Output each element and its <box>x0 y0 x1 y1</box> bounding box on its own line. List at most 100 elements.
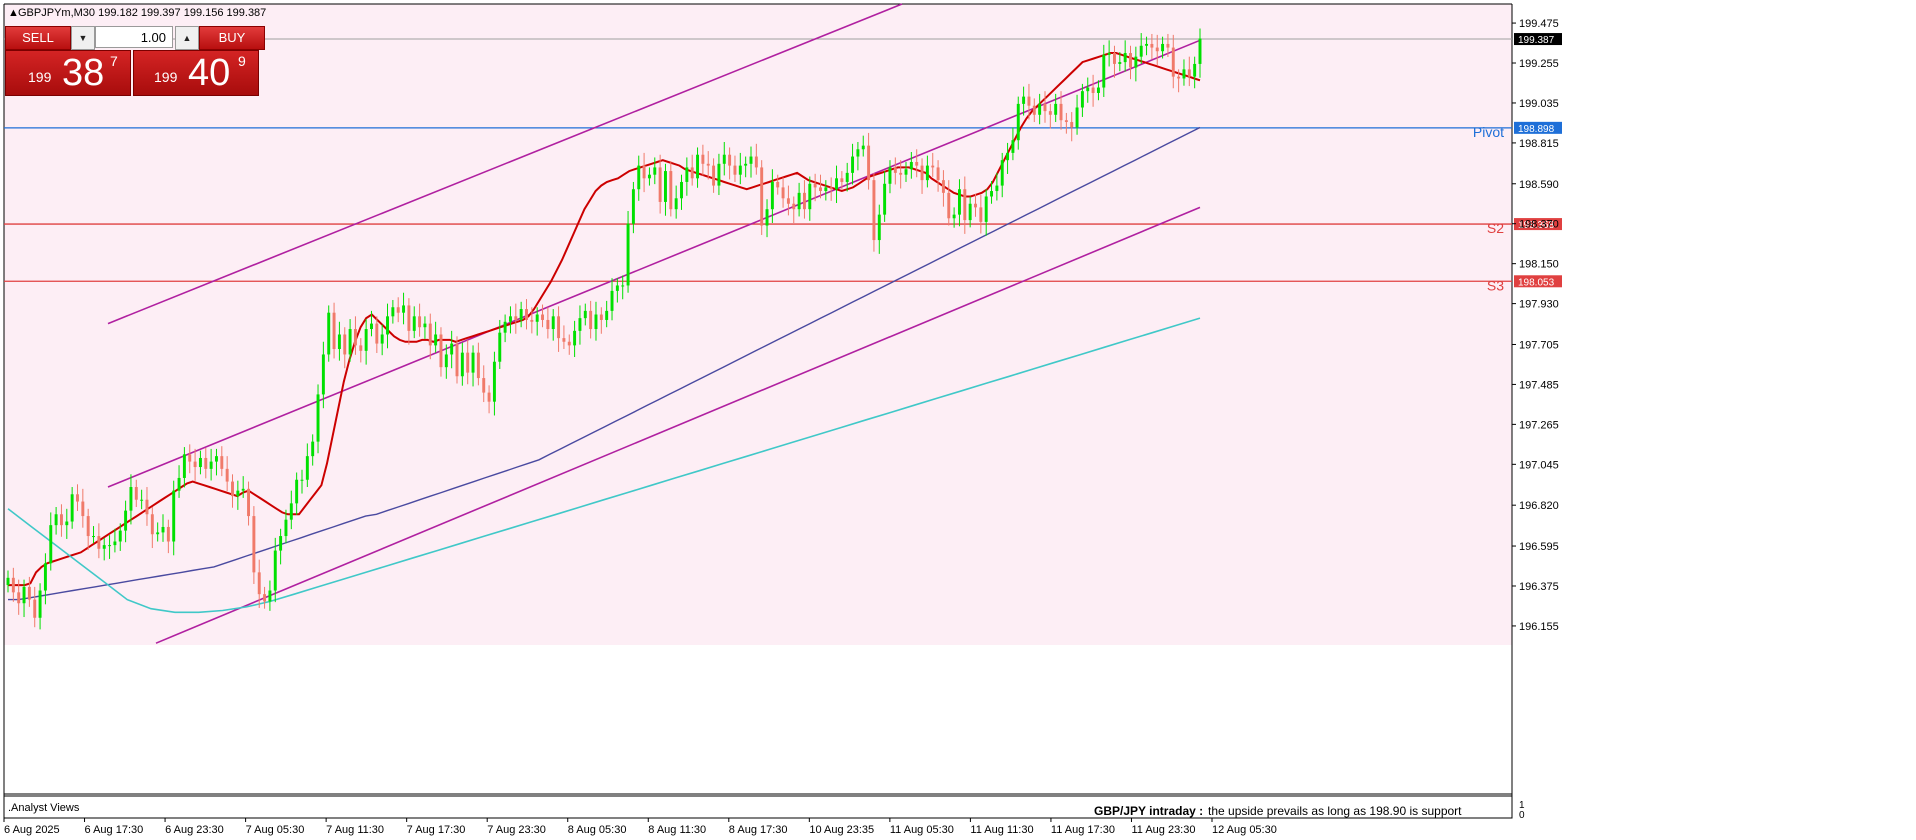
candle-body <box>1123 53 1127 63</box>
candle-body <box>380 334 384 344</box>
candle-body <box>316 394 320 442</box>
x-tick-label: 7 Aug 23:30 <box>487 824 546 836</box>
candle-body <box>295 479 299 504</box>
candle-body <box>172 490 176 542</box>
candle-body <box>1075 107 1079 128</box>
buy-button[interactable]: BUY <box>199 26 265 50</box>
candle-body <box>738 165 742 175</box>
lot-size-input[interactable] <box>95 26 173 48</box>
sell-price-pips: 38 <box>62 52 105 94</box>
candle-body <box>797 192 801 210</box>
candle-body <box>947 192 951 219</box>
lot-increase-icon[interactable]: ▲ <box>175 26 199 50</box>
candle-body <box>1096 87 1100 93</box>
x-tick-label: 8 Aug 05:30 <box>568 824 627 836</box>
candle-body <box>214 456 218 462</box>
candle-body <box>685 167 689 182</box>
candle-body <box>658 167 662 202</box>
x-tick-label: 11 Aug 05:30 <box>890 824 954 836</box>
sell-price-quote[interactable]: 199 38 7 <box>5 50 131 96</box>
candle-body <box>391 307 395 317</box>
candle-body <box>353 329 357 346</box>
candle-body <box>867 145 871 181</box>
candle-body <box>70 494 74 522</box>
candle-body <box>990 191 994 197</box>
candle-body <box>861 145 865 150</box>
y-tick-label: 196.820 <box>1519 500 1559 512</box>
candle-body <box>541 314 544 320</box>
candle-body <box>407 305 411 331</box>
candle-body <box>567 341 571 346</box>
candle-body <box>1070 122 1074 128</box>
candle-body <box>102 545 106 549</box>
candle-body <box>712 165 716 186</box>
candle-body <box>498 332 502 362</box>
candle-body <box>188 454 192 462</box>
candle-body <box>1016 103 1020 141</box>
candle-body <box>439 334 443 368</box>
candle-body <box>386 316 389 335</box>
candle-body <box>337 334 341 350</box>
candle-body <box>359 345 363 351</box>
candle-body <box>1198 38 1202 64</box>
candle-body <box>872 180 876 241</box>
candle-body <box>765 209 769 226</box>
candle-body <box>1118 62 1122 64</box>
x-tick-label: 11 Aug 11:30 <box>970 824 1033 836</box>
x-tick-label: 8 Aug 11:30 <box>648 824 706 836</box>
candle-body <box>118 530 122 542</box>
sell-button[interactable]: SELL <box>5 26 71 50</box>
candle-body <box>696 154 700 179</box>
candle-body <box>166 526 170 542</box>
candle-body <box>904 169 908 175</box>
buy-price-pips: 40 <box>188 52 231 94</box>
buy-price-quote[interactable]: 199 40 9 <box>133 50 259 96</box>
candle-body <box>252 516 256 573</box>
candle-body <box>626 223 630 286</box>
candle-body <box>1006 152 1010 161</box>
y-tick-label: 198.150 <box>1519 259 1559 271</box>
x-tick-label: 12 Aug 05:30 <box>1212 824 1277 836</box>
candle-body <box>583 310 587 319</box>
candle-body <box>193 461 197 468</box>
y-tick-label: 196.155 <box>1519 621 1559 633</box>
candle-body <box>460 352 464 377</box>
candle-body <box>1166 43 1170 48</box>
candle-body <box>963 189 967 221</box>
candle-body <box>615 285 619 291</box>
candle-body <box>182 454 186 478</box>
y-tick-label: 196.595 <box>1519 541 1559 553</box>
one-click-trading-panel: SELL ▼ ▲ BUY 199 38 7 199 40 9 <box>5 26 265 96</box>
candle-body <box>829 187 833 190</box>
lot-decrease-icon[interactable]: ▼ <box>71 26 95 50</box>
level-name-pivot: Pivot <box>1473 124 1504 140</box>
y-tick-label: 198.590 <box>1519 179 1559 191</box>
candle-body <box>835 178 838 190</box>
candle-body <box>1107 53 1111 55</box>
candle-body <box>236 490 240 497</box>
candle-body <box>27 586 31 600</box>
candle-body <box>909 161 913 170</box>
candle-body <box>525 309 528 320</box>
candle-body <box>968 203 972 221</box>
candle-body <box>1155 47 1159 52</box>
candle-body <box>177 477 181 491</box>
candle-body <box>263 594 267 602</box>
candle-body <box>284 519 288 537</box>
candle-body <box>471 352 475 373</box>
candle-body <box>845 172 849 182</box>
candle-body <box>33 599 37 618</box>
chart-canvas: Pivot 198.898S2 198.368S3 198.053 199.47519… <box>0 0 1916 840</box>
candle-body <box>156 532 160 535</box>
candle-body <box>594 314 598 330</box>
y-tick-label: 197.930 <box>1519 299 1559 311</box>
candle-body <box>808 183 812 210</box>
candle-body <box>503 321 507 333</box>
candle-body <box>851 156 855 173</box>
candle-body <box>241 488 245 491</box>
analyst-comment-text: the upside prevails as long as 198.90 is… <box>1208 804 1462 818</box>
x-tick-label: 7 Aug 11:30 <box>326 824 384 836</box>
candle-body <box>744 163 748 166</box>
candle-body <box>129 487 133 511</box>
candle <box>252 506 256 584</box>
